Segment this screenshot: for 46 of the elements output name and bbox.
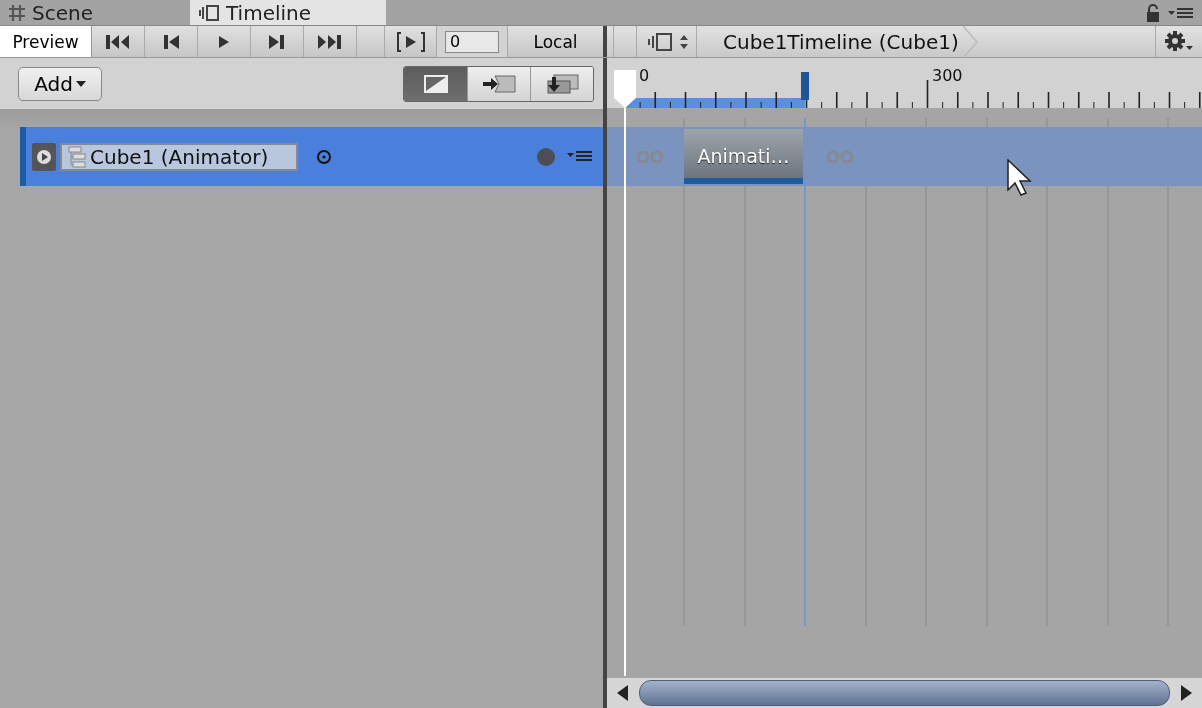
grid-icon [8,3,26,22]
timeline-icon [198,3,220,22]
menu-icon[interactable] [567,150,593,163]
animation-clip[interactable]: Animati… [684,129,803,184]
stepper-icon [679,34,688,49]
play-range-button[interactable] [385,26,437,57]
lock-icon[interactable] [1146,3,1160,22]
track-header[interactable]: Cube1 (Animator) [20,127,603,186]
preview-toggle[interactable]: Preview [0,26,92,57]
chevron-icon [962,25,979,58]
frame-field[interactable]: 0 [445,30,499,53]
hierarchy-icon [66,145,88,168]
link-icon [636,151,664,163]
arrow-down-icon [544,72,580,95]
scrollbar-thumb[interactable] [639,680,1170,706]
target-icon[interactable] [316,148,332,165]
caret-icon [75,80,86,87]
last-frame-button[interactable] [304,26,357,57]
add-dropdown[interactable]: Add [18,66,102,101]
time-ruler[interactable] [607,58,1202,108]
object-field[interactable]: Cube1 (Animator) [60,142,298,171]
mode-toggle[interactable] [467,66,530,101]
play-button[interactable] [198,26,251,57]
next-frame-button[interactable] [251,26,304,57]
window-tab[interactable]: Timeline [190,0,386,25]
scroll-right-icon[interactable] [1180,685,1192,701]
first-frame-button[interactable] [92,26,145,57]
time-mode-button[interactable]: Local [508,26,603,57]
mouse-cursor-icon [1007,159,1033,197]
scroll-left-icon[interactable] [617,685,629,701]
mode-toggle[interactable] [404,66,467,101]
horizontal-scrollbar[interactable] [607,678,1202,708]
play-range-icon [394,30,427,53]
range-marker[interactable] [801,72,809,100]
curve-mode-icon [422,73,449,94]
ruler-label: 0 [639,66,650,85]
menu-icon[interactable] [1168,6,1194,19]
play-icon[interactable] [32,142,56,171]
ruler-label: 300 [932,66,963,85]
drag-handle[interactable] [613,26,637,57]
prev-frame-button[interactable] [145,26,198,57]
arrow-in-icon [481,73,517,94]
settings-icon [1164,30,1194,53]
track-lane[interactable]: Animati… [607,127,1202,186]
link-icon [826,151,854,163]
mode-toggle[interactable] [530,66,593,101]
